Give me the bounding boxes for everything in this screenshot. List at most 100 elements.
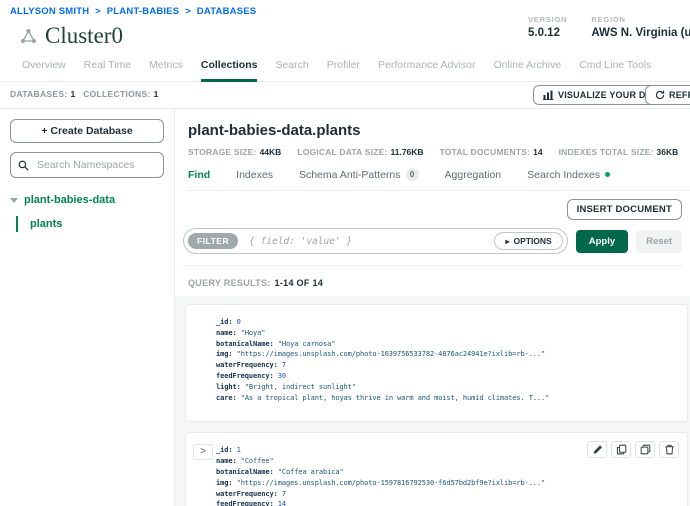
breadcrumb-item-allyson-smith[interactable]: ALLYSON SMITH bbox=[10, 6, 89, 17]
clone-document-button[interactable] bbox=[635, 441, 655, 458]
status-dot bbox=[605, 172, 610, 177]
subtab-aggregation[interactable]: Aggregation bbox=[445, 169, 502, 181]
caret-right-icon: ▸ bbox=[505, 237, 509, 246]
subtab-indexes[interactable]: Indexes bbox=[236, 169, 273, 181]
tab-overview[interactable]: Overview bbox=[22, 59, 66, 81]
count-value: 1 bbox=[70, 89, 75, 99]
copy-document-button[interactable] bbox=[611, 441, 631, 458]
document-field-name: name: "Hoya" bbox=[216, 328, 677, 339]
count-label: DATABASES: bbox=[10, 89, 67, 99]
field-value: "Hoya" bbox=[241, 329, 266, 337]
field-key: waterFrequency bbox=[216, 490, 274, 498]
namespace-counts: DATABASES:1COLLECTIONS:1 bbox=[10, 89, 166, 99]
field-value: "Coffee" bbox=[241, 457, 274, 465]
apply-button[interactable]: Apply bbox=[576, 230, 628, 253]
collection-stats: STORAGE SIZE:44KB LOGICAL DATA SIZE:11.76… bbox=[188, 147, 690, 157]
subtab-search-indexes[interactable]: Search Indexes bbox=[527, 169, 610, 181]
count-value: 1 bbox=[154, 89, 159, 99]
cluster-name: Cluster0 bbox=[45, 23, 123, 49]
field-colon: : bbox=[232, 329, 240, 337]
refresh-label: REFRESH bbox=[669, 90, 690, 100]
field-colon: : bbox=[270, 500, 278, 506]
chevron-down-icon[interactable] bbox=[10, 198, 18, 203]
options-button[interactable]: ▸ OPTIONS bbox=[494, 232, 562, 250]
tab-online-archive[interactable]: Online Archive bbox=[493, 59, 561, 81]
query-results-label: QUERY RESULTS: bbox=[188, 278, 271, 288]
stat-value: 14 bbox=[533, 147, 542, 157]
field-value: "https://images.unsplash.com/photo-16397… bbox=[237, 350, 546, 358]
document-field-waterFrequency: waterFrequency: 7 bbox=[216, 360, 677, 371]
stat-value: 36KB bbox=[657, 147, 679, 157]
stat-label: LOGICAL DATA SIZE: bbox=[297, 147, 387, 157]
stat-value: 44KB bbox=[260, 147, 282, 157]
field-value: "As a tropical plant, hoyas thrive in wa… bbox=[241, 394, 550, 402]
sidebar-item-database[interactable]: plant-babies-data bbox=[10, 194, 164, 206]
field-colon: : bbox=[270, 372, 278, 380]
field-value: 30 bbox=[278, 372, 286, 380]
tab-real-time[interactable]: Real Time bbox=[84, 59, 131, 81]
tab-cmd-line-tools[interactable]: Cmd Line Tools bbox=[579, 59, 651, 81]
document-card: _id: 0name: "Hoya"botanicalName: "Hoya c… bbox=[185, 304, 688, 422]
field-key: light bbox=[216, 383, 237, 391]
field-colon: : bbox=[274, 490, 282, 498]
namespace-search[interactable] bbox=[10, 152, 164, 178]
field-value: 7 bbox=[282, 490, 286, 498]
breadcrumb-item-databases[interactable]: DATABASES bbox=[197, 6, 257, 17]
document-actions bbox=[587, 441, 679, 458]
field-key: waterFrequency bbox=[216, 361, 274, 369]
stat-label: INDEXES TOTAL SIZE: bbox=[559, 147, 654, 157]
tab-performance-advisor[interactable]: Performance Advisor bbox=[378, 59, 475, 81]
delete-document-button[interactable] bbox=[659, 441, 679, 458]
refresh-button[interactable]: REFRESH bbox=[645, 85, 690, 105]
filter-bar[interactable]: FILTER ▸ OPTIONS bbox=[183, 228, 568, 254]
tab-search[interactable]: Search bbox=[275, 59, 308, 81]
field-key: name bbox=[216, 457, 232, 465]
document-field-botanicalName: botanicalName: "Coffea arabica" bbox=[216, 467, 677, 478]
stat-label: STORAGE SIZE: bbox=[188, 147, 257, 157]
insert-document-button[interactable]: INSERT DOCUMENT bbox=[567, 199, 682, 220]
tab-profiler[interactable]: Profiler bbox=[327, 59, 360, 81]
field-colon: : bbox=[232, 457, 240, 465]
counts-row: DATABASES:1COLLECTIONS:1 VISUALIZE YOUR … bbox=[0, 82, 690, 109]
field-value: "https://images.unsplash.com/photo-15978… bbox=[237, 479, 546, 487]
document-field-light: light: "Bright, indirect sunlight" bbox=[216, 382, 677, 393]
document-fields: _id: 0name: "Hoya"botanicalName: "Hoya c… bbox=[216, 317, 677, 403]
field-value: 14 bbox=[278, 500, 286, 506]
main-area: + Create Database plant-babies-data plan… bbox=[0, 109, 690, 506]
create-database-button[interactable]: + Create Database bbox=[10, 119, 164, 143]
query-results: QUERY RESULTS:1-14 OF 14 bbox=[188, 278, 690, 288]
collection-stat: INDEXES TOTAL SIZE:36KB bbox=[559, 147, 679, 157]
subtab-label: Aggregation bbox=[445, 169, 502, 181]
sidebar-item-collection[interactable]: plants bbox=[16, 216, 164, 232]
field-key: img bbox=[216, 350, 228, 358]
namespace-search-input[interactable] bbox=[35, 158, 156, 172]
field-colon: : bbox=[270, 468, 278, 476]
tab-metrics[interactable]: Metrics bbox=[149, 59, 183, 81]
reset-button[interactable]: Reset bbox=[636, 230, 682, 253]
edit-document-button[interactable] bbox=[587, 441, 607, 458]
tab-collections[interactable]: Collections bbox=[201, 59, 258, 82]
document-field-feedFrequency: feedFrequency: 14 bbox=[216, 499, 677, 506]
cluster-icon bbox=[20, 28, 37, 44]
field-value: "Bright, indirect sunlight" bbox=[245, 383, 356, 391]
filter-badge: FILTER bbox=[188, 233, 238, 249]
breadcrumb-separator: > bbox=[92, 6, 103, 17]
trash-icon bbox=[664, 444, 675, 455]
field-value: "Coffea arabica" bbox=[278, 468, 344, 476]
region-value: AWS N. Virginia (us-east bbox=[591, 27, 690, 39]
filter-input[interactable] bbox=[247, 235, 494, 248]
collection-stat: LOGICAL DATA SIZE:11.76KB bbox=[297, 147, 423, 157]
count-label: COLLECTIONS: bbox=[83, 89, 150, 99]
field-value: 1 bbox=[237, 446, 241, 454]
database-name: plant-babies-data bbox=[24, 194, 115, 206]
document-field-img: img: "https://images.unsplash.com/photo-… bbox=[216, 349, 677, 360]
subtab-schema-anti-patterns[interactable]: Schema Anti-Patterns0 bbox=[299, 168, 419, 181]
breadcrumb-item-plant-babies[interactable]: PLANT-BABIES bbox=[107, 6, 180, 17]
field-key: feedFrequency bbox=[216, 500, 270, 506]
subtab-find[interactable]: Find bbox=[188, 169, 210, 181]
cluster-meta: VERSION 5.0.12 REGION AWS N. Virginia (u… bbox=[528, 15, 690, 39]
expand-document-button[interactable]: > bbox=[193, 444, 213, 460]
collection-title: plant-babies-data.plants bbox=[188, 122, 690, 139]
region-block: REGION AWS N. Virginia (us-east bbox=[591, 15, 690, 39]
subtab-badge: 0 bbox=[406, 168, 419, 181]
